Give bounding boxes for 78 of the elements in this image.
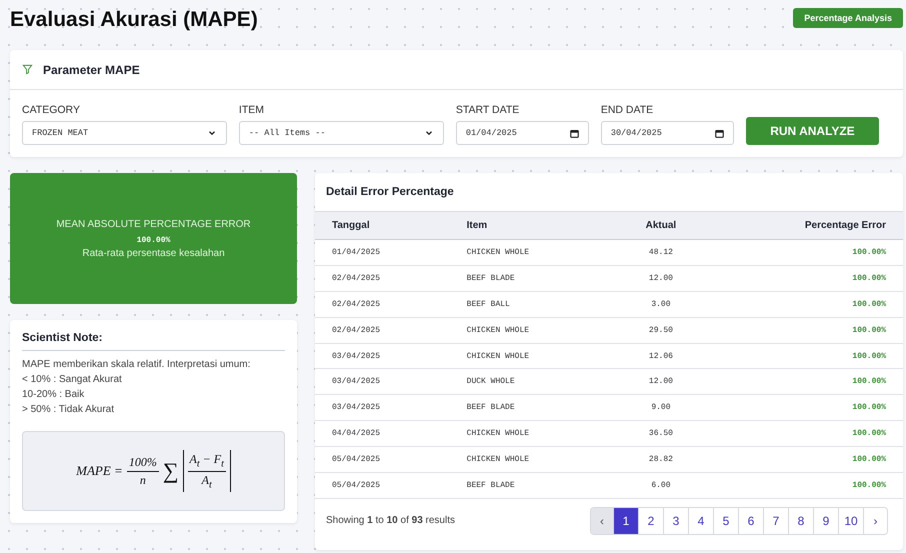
- note-text: < 10% : Sangat Akurat: [22, 373, 123, 387]
- formula-text: MAPE =: [76, 463, 123, 479]
- summary-value: 100.00%: [136, 236, 170, 244]
- column-header: Percentage Error: [714, 212, 903, 240]
- select-field[interactable]: FROZEN MEAT: [22, 121, 227, 145]
- formula-text: 100%: [126, 454, 159, 472]
- column-header: Aktual: [608, 212, 714, 240]
- page-title: Evaluasi Akurasi (MAPE): [10, 8, 258, 32]
- table-cell: 100.00%: [714, 291, 903, 318]
- note-text: 10-20% : Baik: [22, 388, 86, 402]
- table-cell: 100.00%: [714, 368, 903, 395]
- table-cell: 100.00%: [714, 343, 903, 369]
- table-cell: DUCK WHOLE: [450, 368, 608, 395]
- table-cell: CHICKEN WHOLE: [450, 317, 608, 344]
- table-cell: BEEF BLADE: [450, 472, 608, 498]
- table-cell: 9.00: [608, 394, 714, 421]
- formula-text: A$_{t}$: [202, 472, 212, 490]
- table-cell: 12.00: [608, 265, 714, 292]
- table-cell: 100.00%: [714, 265, 903, 292]
- table-cell: 100.00%: [714, 317, 903, 344]
- table-cell: 01/04/2025: [315, 240, 450, 266]
- table-cell: 04/04/2025: [315, 420, 450, 447]
- table-cell: 36.50: [608, 420, 714, 447]
- table-cell: CHICKEN WHOLE: [450, 420, 608, 447]
- page-button[interactable]: 1: [613, 508, 638, 534]
- table-cell: BEEF BALL: [450, 291, 608, 318]
- table-cell: 48.12: [608, 240, 714, 266]
- table-cell: 03/04/2025: [315, 368, 450, 395]
- table-cell: 6.00: [608, 472, 714, 498]
- note-text: MAPE memberikan skala relatif. Interpretasi umum:: [22, 358, 252, 372]
- table-cell: 100.00%: [714, 240, 903, 266]
- calendar-icon: [570, 128, 579, 138]
- column-header: Item: [450, 212, 608, 240]
- table-cell: 100.00%: [714, 472, 903, 498]
- table-cell: 02/04/2025: [315, 291, 450, 318]
- table-title: Detail Error Percentage: [325, 185, 455, 200]
- table-cell: 02/04/2025: [315, 317, 450, 344]
- table-cell: 12.00: [608, 368, 714, 395]
- summary-label: MEAN ABSOLUTE PERCENTAGE ERROR: [56, 218, 251, 230]
- run-analyze-button[interactable]: RUN ANALYZE: [746, 117, 880, 145]
- note-title: Scientist Note:: [22, 332, 285, 351]
- calendar-icon: [714, 128, 724, 138]
- table-cell: CHICKEN WHOLE: [450, 343, 608, 369]
- analysis-badge: Percentage Analysis: [793, 8, 903, 28]
- table-cell: BEEF BLADE: [450, 265, 608, 292]
- field-label: ITEM: [238, 104, 266, 116]
- field-label: CATEGORY: [22, 104, 81, 116]
- select-field[interactable]: -- All Items --: [238, 121, 444, 145]
- results-summary: Showing 1 to 10 of 93 results: [326, 515, 455, 526]
- sum-symbol: ∑: [162, 458, 179, 484]
- date-field[interactable]: 01/04/2025: [456, 121, 589, 145]
- previous-page-button[interactable]: ‹: [591, 508, 613, 534]
- table-cell: 05/04/2025: [315, 446, 450, 473]
- field-label: START DATE: [456, 104, 520, 116]
- filter-icon: [22, 64, 33, 75]
- table-cell: CHICKEN WHOLE: [450, 446, 608, 473]
- table-cell: CHICKEN WHOLE: [450, 240, 608, 266]
- summary-caption: Rata-rata persentase kesalahan: [82, 248, 225, 258]
- field-label: END DATE: [600, 104, 654, 116]
- formula-text: n: [140, 472, 146, 488]
- table-cell: 03/04/2025: [315, 343, 450, 369]
- table-cell: 100.00%: [714, 446, 903, 473]
- table-cell: 29.50: [608, 317, 714, 344]
- column-header: Tanggal: [315, 212, 450, 240]
- next-page-button[interactable]: ›: [863, 508, 887, 534]
- section-title: Parameter MAPE: [43, 62, 140, 76]
- table-cell: 02/04/2025: [315, 265, 450, 292]
- formula-text: A$_{t}$ − F$_{t}$: [188, 452, 226, 472]
- table-cell: 100.00%: [714, 420, 903, 447]
- table-cell: 100.00%: [714, 394, 903, 421]
- table-cell: 05/04/2025: [315, 472, 450, 498]
- table-cell: 3.00: [608, 291, 714, 318]
- note-text: > 50% : Tidak Akurat: [22, 403, 115, 417]
- table-cell: BEEF BLADE: [450, 394, 608, 421]
- table-cell: 03/04/2025: [315, 394, 450, 421]
- table-cell: 12.06: [608, 343, 714, 369]
- table-cell: 28.82: [608, 446, 714, 473]
- date-field[interactable]: 30/04/2025: [600, 121, 734, 145]
